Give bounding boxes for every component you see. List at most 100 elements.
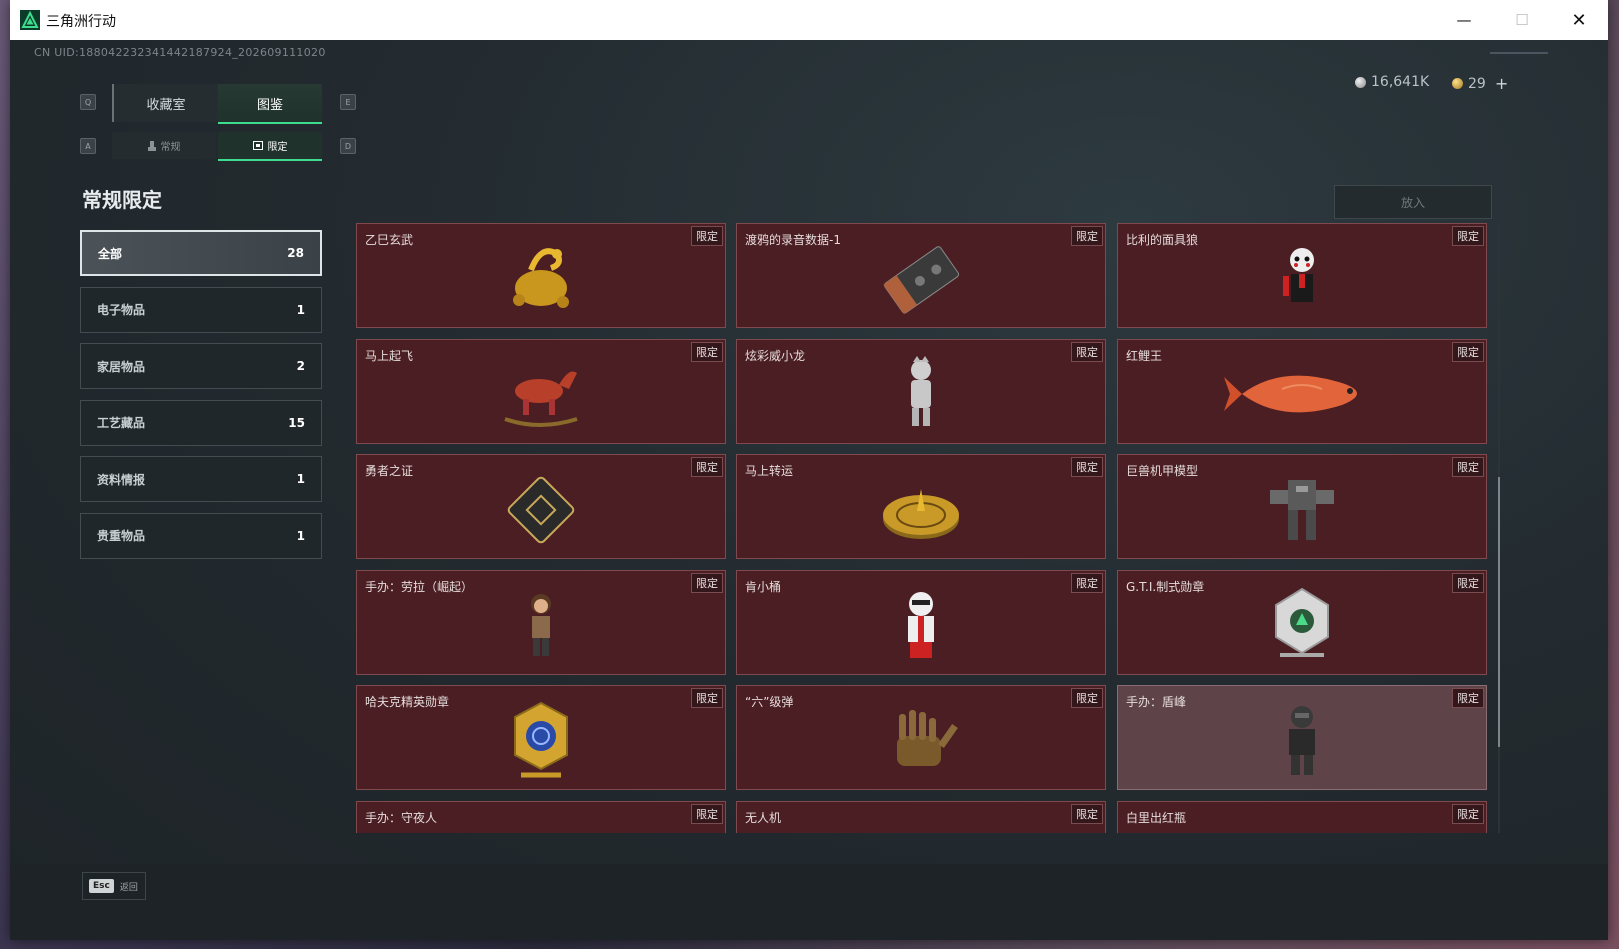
silver-amount: 16,641K	[1371, 74, 1430, 90]
limited-badge: 限定	[691, 226, 723, 246]
item-grid: 乙巳玄武 限定 渡鸦的录音数据-1 限定 比利的面具狼 限定 马上起飞 限定 炫彩威小龙 限定 红鲤…	[356, 223, 1502, 833]
put-in-button[interactable]: 放入	[1334, 185, 1492, 219]
tab-codex[interactable]: 图鉴	[218, 84, 322, 124]
collection-card[interactable]: 白里出红瓶 限定	[1117, 800, 1487, 833]
limited-badge: 限定	[1071, 803, 1103, 824]
top-decoration	[1490, 52, 1548, 54]
category-count: 2	[296, 359, 305, 373]
subtab-regular-label: 常规	[160, 142, 181, 153]
limited-badge: 限定	[1452, 803, 1484, 824]
silver-dragon-figure-icon	[899, 354, 943, 438]
item-name: 无人机	[745, 810, 782, 825]
item-name: 手办：劳拉（崛起）	[365, 579, 474, 594]
uid-label: CN UID:18804223234144218792­4_2026091110…	[34, 46, 326, 59]
category-label: 资料情报	[97, 472, 146, 487]
collection-card[interactable]: 渡鸦的录音数据-1 限定	[736, 223, 1106, 328]
category-item[interactable]: 工艺藏品 15	[80, 399, 322, 446]
collection-card[interactable]: 马上起飞 限定	[356, 338, 726, 444]
item-name: 红鲤王	[1126, 348, 1163, 363]
armored-figure-icon	[1277, 701, 1327, 785]
window-title: 三角洲行动	[46, 14, 116, 30]
category-count: 1	[296, 302, 305, 317]
limited-badge: 限定	[1071, 688, 1103, 708]
category-item[interactable]: 资料情报 1	[80, 456, 322, 502]
category-count: 15	[288, 415, 305, 430]
collection-card[interactable]: 无人机 限定	[736, 800, 1106, 833]
close-icon[interactable]: ✕	[1550, 0, 1608, 40]
category-item[interactable]: 家居物品 2	[80, 343, 322, 389]
mech-model-icon	[1260, 470, 1344, 554]
item-name: 比利的面具狼	[1126, 233, 1199, 247]
kfc-bucket-figure-icon	[896, 588, 946, 666]
collection-card[interactable]: “六”级弹 限定	[736, 685, 1106, 790]
lara-figure-icon	[521, 590, 561, 664]
red-horse-icon	[499, 359, 583, 433]
category-count: 1	[296, 528, 305, 543]
category-label: 全部	[98, 246, 123, 261]
esc-key: Esc	[89, 879, 114, 893]
tab-collection-room[interactable]: 收藏室	[112, 84, 218, 122]
back-label: 返回	[119, 882, 138, 893]
collection-card[interactable]: G.T.I.制式勋章 限定	[1117, 569, 1487, 675]
subtab-limited-label: 限定	[267, 142, 288, 153]
collection-card[interactable]: 巨兽机甲模型 限定	[1117, 454, 1487, 559]
item-name: 白里出红瓶	[1126, 810, 1187, 825]
title-bar: 三角洲行动 — ☐ ✕	[10, 0, 1608, 41]
collection-card[interactable]: 哈夫克精英勋章 限定	[356, 685, 726, 790]
haavk-medal-icon	[509, 699, 573, 787]
collection-card[interactable]: 比利的面具狼 限定	[1117, 223, 1487, 328]
category-item[interactable]: 全部 28	[80, 230, 322, 276]
subtab-regular[interactable]: 常规	[112, 132, 216, 159]
collection-card[interactable]: 红鲤王 限定	[1117, 338, 1487, 444]
golden-disc-icon	[879, 475, 963, 549]
black-card-icon	[501, 470, 581, 554]
silver-coin-icon	[1355, 76, 1366, 88]
regular-icon	[147, 140, 156, 151]
game-window: 三角洲行动 — ☐ ✕ CN UID:18804223234144218792­…	[10, 0, 1608, 940]
back-button[interactable]: Esc 返回	[82, 872, 146, 900]
limited-badge: 限定	[1452, 572, 1484, 593]
collection-card[interactable]: 炫彩威小龙 限定	[736, 338, 1106, 444]
limited-icon	[252, 141, 263, 150]
subtab-limited[interactable]: 限定	[218, 132, 322, 161]
collection-card[interactable]: 手办：盾峰 限定	[1117, 685, 1487, 790]
item-name: 手办：守夜人	[365, 810, 438, 825]
collection-card[interactable]: 乙巳玄武 限定	[356, 223, 726, 328]
golden-turtle-snake-icon	[501, 240, 581, 322]
limited-badge: 限定	[1452, 341, 1484, 362]
item-name: 马上起飞	[365, 348, 414, 363]
bottom-bar	[10, 864, 1608, 940]
cassette-tape-icon	[879, 240, 963, 322]
gold-amount: 29	[1468, 75, 1486, 92]
scrollbar-thumb[interactable]	[1498, 477, 1500, 747]
collection-card[interactable]: 勇者之证 限定	[356, 454, 726, 559]
section-title: 常规限定	[82, 188, 162, 212]
maximize-icon[interactable]: ☐	[1493, 0, 1551, 40]
hotkey-a: A	[80, 138, 96, 154]
limited-badge: 限定	[691, 457, 723, 477]
item-name: 渡鸦的录音数据-1	[745, 233, 841, 247]
category-item[interactable]: 电子物品 1	[80, 286, 322, 333]
collection-card[interactable]: 肯小桶 限定	[736, 569, 1106, 675]
limited-badge: 限定	[691, 803, 723, 824]
item-name: 哈夫克精英勋章	[365, 695, 450, 709]
gold-currency: 29 +	[1452, 74, 1508, 93]
main-content: CN UID:18804223234144218792­4_2026091110…	[10, 40, 1608, 940]
item-name: 肯小桶	[745, 579, 782, 594]
limited-badge: 限定	[691, 341, 723, 362]
glove-hand-icon	[879, 706, 963, 780]
item-name: 乙巳玄武	[365, 233, 414, 247]
collection-card[interactable]: 手办：劳拉（崛起） 限定	[356, 569, 726, 675]
limited-badge: 限定	[1071, 457, 1103, 477]
collection-card[interactable]: 马上转运 限定	[736, 454, 1106, 559]
limited-badge: 限定	[1452, 457, 1484, 477]
item-name: G.T.I.制式勋章	[1126, 579, 1205, 594]
minimize-icon[interactable]: —	[1435, 0, 1493, 40]
item-name: 马上转运	[745, 464, 794, 478]
add-currency-button[interactable]: +	[1495, 74, 1508, 93]
category-label: 工艺藏品	[97, 416, 146, 430]
item-name: “六”级弹	[745, 695, 794, 709]
category-item[interactable]: 贵重物品 1	[80, 512, 322, 559]
item-name: 手办：盾峰	[1126, 695, 1187, 709]
collection-card[interactable]: 手办：守夜人 限定	[356, 800, 726, 833]
